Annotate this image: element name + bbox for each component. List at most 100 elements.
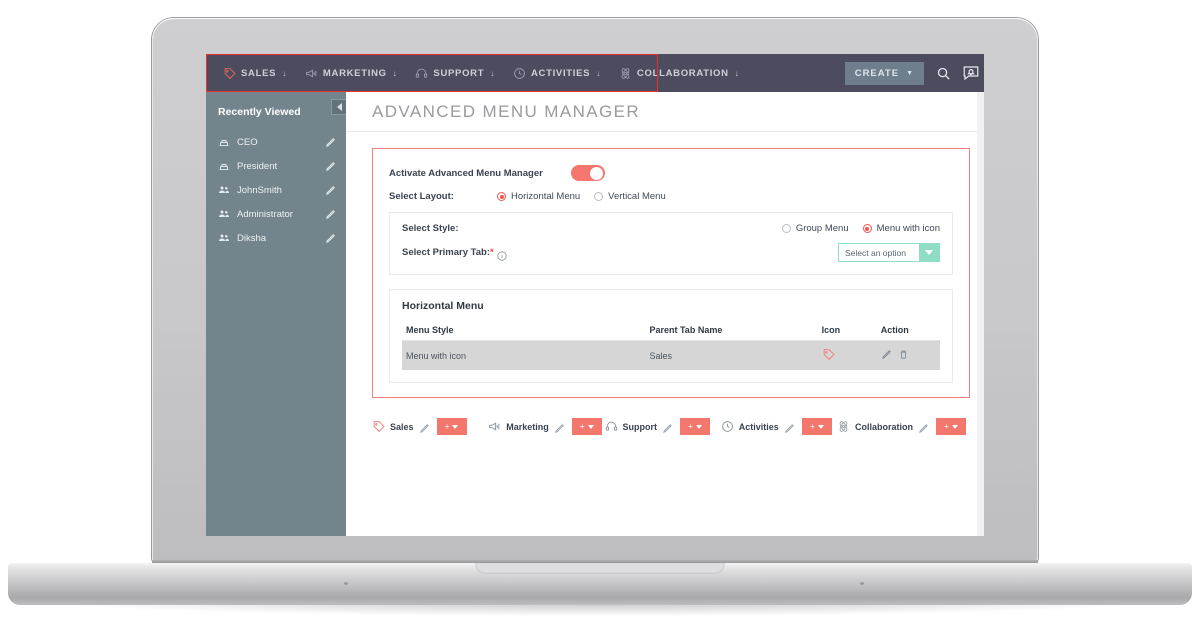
sidebar-item-administrator[interactable]: Administrator: [206, 202, 346, 226]
sidebar-item-diksha[interactable]: Diksha: [206, 226, 346, 250]
pencil-icon[interactable]: [325, 185, 336, 196]
megaphone-icon: [488, 420, 501, 433]
radio-label: Group Menu: [795, 223, 849, 234]
sidebar-item-president[interactable]: President: [206, 154, 346, 178]
preview-item-collaboration[interactable]: Collaboration +: [837, 418, 966, 435]
radio-group-menu[interactable]: Group Menu: [781, 223, 849, 234]
pencil-icon[interactable]: [325, 233, 336, 244]
atom-icon: [619, 67, 632, 80]
preview-item-label: Activities: [738, 421, 779, 432]
radio-dot: [862, 224, 872, 233]
radio-dot: [594, 192, 604, 201]
pencil-icon[interactable]: [325, 161, 336, 172]
nav-item-label: COLLABORATION: [636, 67, 729, 79]
laptop-lid: SALES ↓ MARKETING ↓ SUPPORT ↓ ACTIVITIES…: [152, 18, 1038, 564]
horizontal-menu-table: Menu Style Parent Tab Name Icon Action M…: [402, 320, 940, 370]
base-foot-right: [860, 582, 864, 585]
pencil-icon[interactable]: [419, 421, 430, 433]
select-caret: [925, 250, 933, 255]
nav-item-marketing[interactable]: MARKETING ↓: [296, 54, 407, 92]
nav-item-label: MARKETING: [322, 67, 387, 79]
create-button[interactable]: CREATE ▼: [844, 61, 924, 85]
create-button-label: CREATE: [854, 67, 900, 79]
row-actions: [881, 349, 940, 362]
plus-icon: +: [444, 422, 450, 431]
chevron-down-icon: ▼: [906, 69, 914, 77]
pencil-icon[interactable]: [918, 421, 929, 433]
column-header-menu-style: Menu Style: [402, 320, 650, 341]
preview-item-activities[interactable]: Activities +: [721, 418, 837, 435]
search-icon[interactable]: [934, 64, 952, 82]
chevron-down-icon: ↓: [490, 68, 495, 78]
page-scrollbar[interactable]: [977, 92, 984, 536]
column-header-icon: Icon: [821, 320, 881, 341]
primary-tab-select[interactable]: Select an option: [838, 243, 940, 262]
radio-dot: [781, 224, 791, 233]
sidebar-collapse-button[interactable]: [331, 99, 347, 115]
sidebar-item-label: JohnSmith: [237, 184, 282, 196]
menu-preview-bar: Sales + Marketing + Support + Activities…: [346, 398, 984, 435]
preview-item-sales[interactable]: Sales +: [372, 418, 488, 435]
select-value: Select an option: [845, 247, 906, 258]
info-icon[interactable]: [497, 248, 507, 261]
chevron-down-icon: ↓: [734, 68, 740, 78]
nav-item-label: SUPPORT: [433, 67, 485, 79]
atom-icon: [837, 420, 850, 433]
layout-row: Select Layout: Horizontal Menu Vertical …: [389, 191, 953, 202]
activate-toggle[interactable]: [570, 165, 605, 181]
nav-item-collaboration[interactable]: COLLABORATION ↓: [610, 54, 748, 92]
radio-horizontal-menu[interactable]: Horizontal Menu: [497, 191, 580, 202]
trash-icon[interactable]: [898, 349, 909, 362]
pencil-icon[interactable]: [881, 349, 892, 362]
radio-label: Horizontal Menu: [511, 191, 581, 202]
cell-menu-style: Menu with icon: [402, 340, 650, 370]
preview-add-button[interactable]: +: [936, 418, 966, 435]
nav-item-label: ACTIVITIES: [530, 67, 591, 79]
nav-item-activities[interactable]: ACTIVITIES ↓: [504, 54, 610, 92]
chevron-down-icon: [452, 424, 459, 429]
preview-item-marketing[interactable]: Marketing +: [488, 418, 604, 435]
sidebar-item-johnsmith[interactable]: JohnSmith: [206, 178, 346, 202]
pencil-icon[interactable]: [325, 209, 336, 220]
toggle-knob: [590, 166, 604, 180]
nav-item-sales[interactable]: SALES ↓: [214, 54, 296, 92]
pencil-icon[interactable]: [784, 421, 795, 433]
plus-icon: +: [944, 422, 949, 431]
clock-icon: [721, 420, 734, 433]
layout-radio-group: Horizontal Menu Vertical Menu: [497, 191, 666, 202]
preview-item-support[interactable]: Support +: [605, 418, 721, 435]
chevron-down-icon: ↓: [392, 68, 398, 78]
chevron-down-icon: [587, 424, 594, 429]
sidebar-item-label: CEO: [237, 136, 258, 148]
preview-item-label: Support: [622, 421, 658, 432]
org-icon: [218, 160, 230, 172]
preview-add-button[interactable]: +: [680, 418, 710, 435]
chevron-down-icon[interactable]: [919, 244, 939, 261]
headset-icon: [605, 420, 618, 433]
style-row: Select Style: Group Menu Menu with icon: [402, 223, 940, 234]
chevron-down-icon: [817, 424, 824, 429]
tag-icon: [822, 349, 835, 363]
pencil-icon[interactable]: [325, 137, 336, 148]
preview-add-button[interactable]: +: [571, 418, 602, 435]
nav-item-support[interactable]: SUPPORT ↓: [406, 54, 504, 92]
horizontal-menu-table-section: Horizontal Menu Menu Style Parent Tab Na…: [389, 289, 953, 383]
notification-bell-icon[interactable]: [962, 64, 980, 82]
table-title: Horizontal Menu: [402, 300, 484, 312]
cell-action: [880, 340, 940, 370]
chevron-down-icon: ↓: [596, 68, 601, 78]
pencil-icon[interactable]: [554, 421, 565, 433]
application-window: SALES ↓ MARKETING ↓ SUPPORT ↓ ACTIVITIES…: [206, 54, 984, 536]
radio-vertical-menu[interactable]: Vertical Menu: [594, 191, 666, 202]
preview-add-button[interactable]: +: [801, 418, 832, 435]
radio-label: Menu with icon: [876, 223, 940, 234]
column-header-parent-tab-name: Parent Tab Name: [649, 320, 822, 341]
preview-add-button[interactable]: +: [436, 418, 467, 435]
pencil-icon[interactable]: [662, 421, 673, 433]
radio-menu-with-icon[interactable]: Menu with icon: [862, 223, 940, 234]
laptop-base: [8, 563, 1192, 605]
advanced-menu-manager-panel: Activate Advanced Menu Manager Select La…: [372, 148, 970, 398]
sidebar-item-ceo[interactable]: CEO: [206, 130, 346, 154]
table-row[interactable]: Menu with icon Sales: [402, 340, 940, 370]
plus-icon: +: [579, 422, 585, 431]
